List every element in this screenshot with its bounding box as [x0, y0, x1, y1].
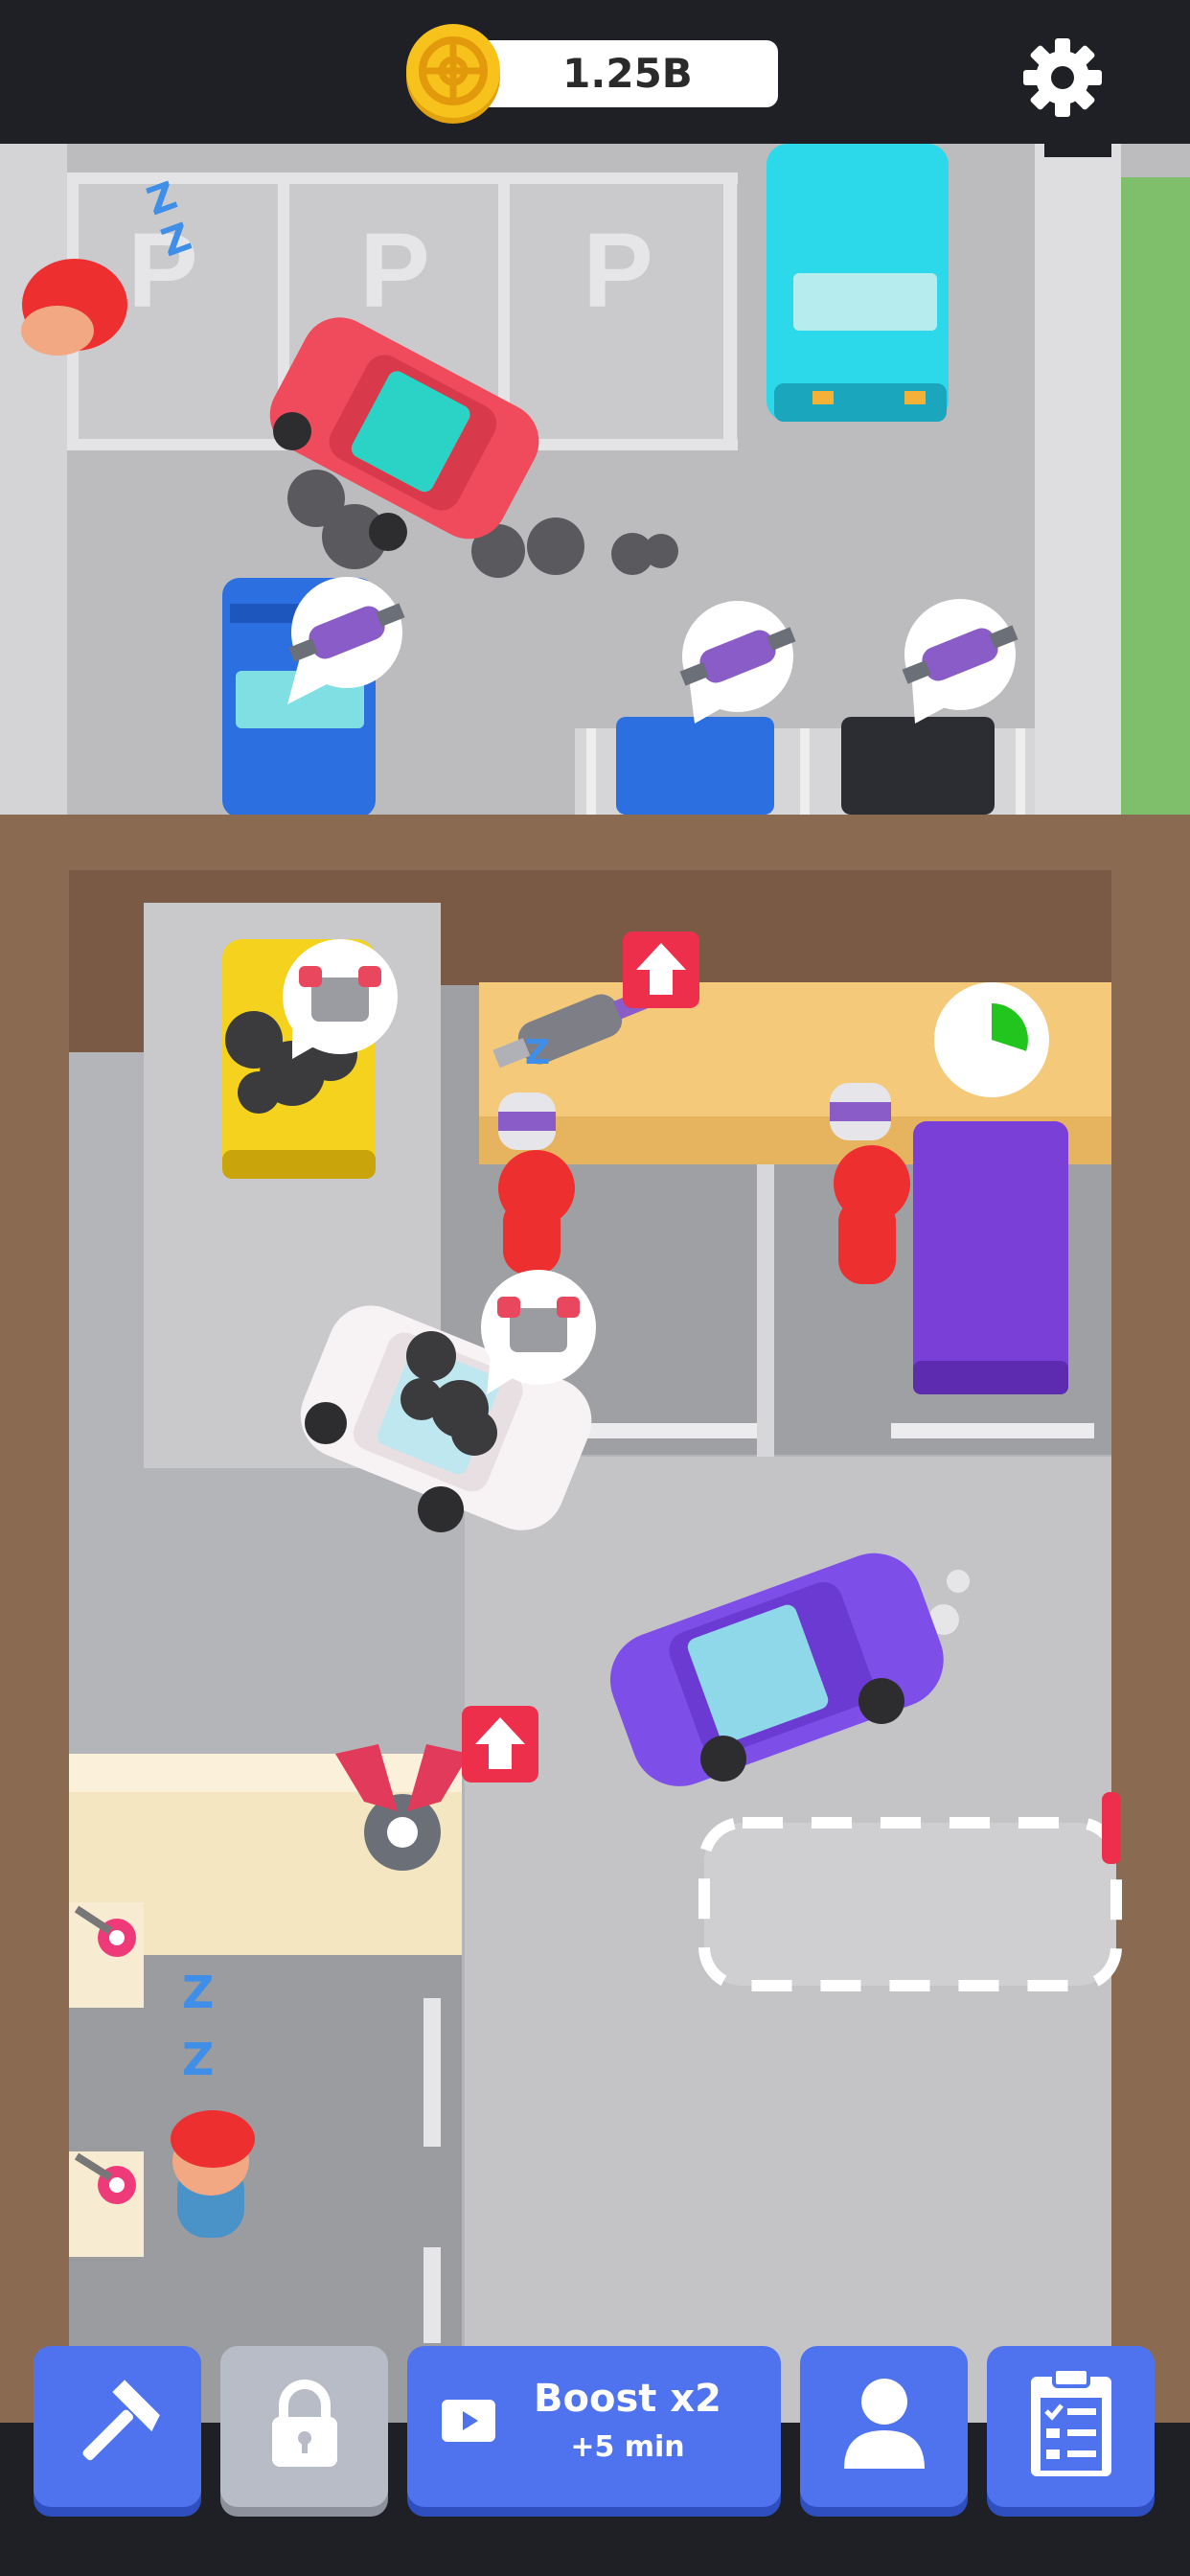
boost-button[interactable]: [407, 2346, 781, 2507]
toolbox: [69, 1902, 144, 2008]
sleep-z: Z: [182, 2034, 214, 2085]
upgrade-engine-station-button[interactable]: [462, 1706, 538, 1782]
upgrade-exhaust-station-button[interactable]: [623, 932, 699, 1008]
sleep-z: Z: [525, 1033, 550, 1072]
toolbox: [69, 2151, 144, 2257]
staff-button[interactable]: [800, 2346, 968, 2507]
boost-label: Boost x2: [534, 2377, 721, 2421]
coin-balance: 1.25B: [562, 50, 693, 97]
game-screen: P P P Z Z Z Z Z 1.25B Boost x2 +5 min: [0, 0, 1190, 2576]
repair-progress-indicator: [934, 982, 1049, 1097]
sleep-z: Z: [182, 1966, 214, 2018]
hammer-icon: [82, 2380, 160, 2461]
purple-truck[interactable]: [913, 1121, 1068, 1394]
gear-icon[interactable]: [1021, 36, 1104, 119]
boost-duration: +5 min: [570, 2430, 685, 2464]
clipboard-checklist-icon: [1031, 2367, 1111, 2476]
garage-scene: P P P Z Z Z Z Z: [0, 144, 1190, 2423]
arrow-up-icon: [475, 1717, 525, 1769]
arrow-up-icon: [636, 943, 686, 995]
grass: [1121, 177, 1190, 815]
build-button[interactable]: [34, 2346, 201, 2507]
person-icon: [844, 2379, 925, 2469]
blue-car[interactable]: [616, 717, 774, 815]
locked-button[interactable]: [220, 2346, 388, 2507]
sidewalk: [1035, 144, 1121, 815]
sleeping-worker[interactable]: [171, 2110, 255, 2238]
empty-repair-spot[interactable]: [698, 1817, 1122, 1991]
parking-letter: P: [359, 212, 429, 330]
lock-icon: [272, 2380, 337, 2467]
black-car[interactable]: [841, 717, 995, 815]
tasks-button[interactable]: [987, 2346, 1155, 2507]
parking-letter: P: [583, 212, 652, 330]
cyan-van[interactable]: [767, 144, 949, 422]
gold-coin-icon: [402, 23, 504, 125]
